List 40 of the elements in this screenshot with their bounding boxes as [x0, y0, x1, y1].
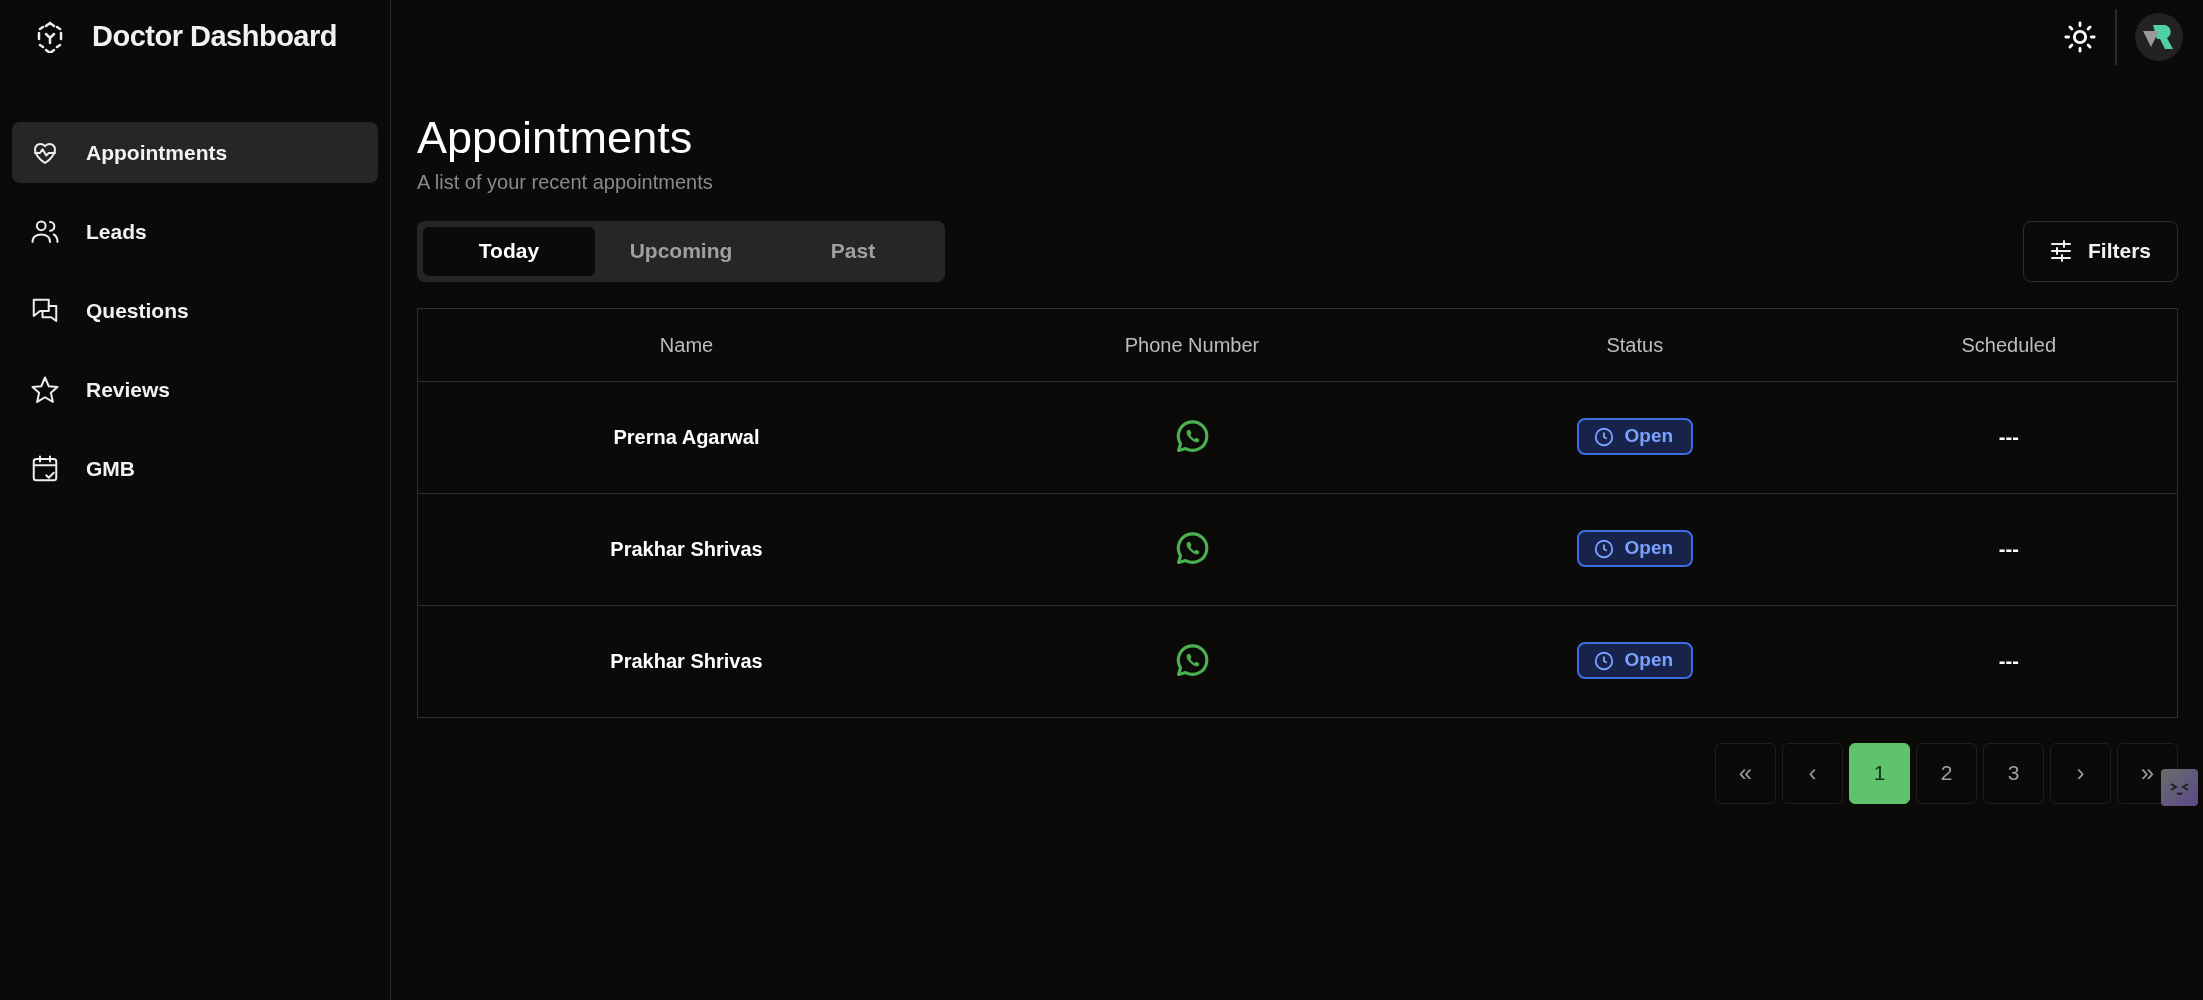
filters-button[interactable]: Filters	[2022, 220, 2178, 282]
page-button[interactable]: 1	[1849, 742, 1910, 804]
tab[interactable]: Today	[423, 226, 595, 276]
table-cell: Prakhar Shrivas	[417, 493, 955, 605]
clock-icon	[1592, 425, 1615, 448]
page-button[interactable]: 2	[1916, 742, 1977, 804]
face-widget-toast[interactable]	[2161, 768, 2198, 806]
sun-icon[interactable]	[2063, 19, 2097, 54]
star-icon	[30, 374, 60, 405]
tab[interactable]: Upcoming	[595, 226, 767, 276]
sidebar-item[interactable]: Reviews	[12, 359, 378, 420]
calendar-check-icon	[30, 453, 60, 484]
table-cell: Prerna Agarwal	[417, 381, 955, 493]
table-cell: ---	[1840, 493, 2178, 605]
previous-page-button[interactable]: ‹	[1782, 742, 1843, 804]
status-badge: Open	[1576, 530, 1694, 567]
sidebar-item[interactable]: Leads	[12, 201, 378, 262]
column-header: Scheduled	[1840, 308, 2178, 381]
page-title: Appointments	[417, 113, 694, 163]
column-header: Name	[417, 308, 955, 381]
status-badge: Open	[1576, 418, 1694, 455]
table-cell: Prakhar Shrivas	[417, 605, 955, 717]
first-page-button[interactable]: «	[1715, 742, 1776, 804]
page-subtitle: A list of your recent appointments	[417, 169, 714, 195]
column-header: Status	[1429, 308, 1841, 381]
page-button[interactable]: 3	[1983, 742, 2044, 804]
sidebar-item[interactable]: Questions	[12, 280, 378, 341]
avatar[interactable]	[2135, 12, 2183, 61]
sidebar-item[interactable]: Appointments	[12, 122, 378, 183]
status-badge: Open	[1576, 642, 1694, 679]
sidebar-item[interactable]: GMB	[12, 438, 378, 499]
tab[interactable]: Past	[767, 226, 939, 276]
column-header: Phone Number	[955, 308, 1429, 381]
clock-icon	[1592, 649, 1615, 672]
table-cell: ---	[1840, 605, 2178, 717]
clock-icon	[1592, 537, 1615, 560]
sliders-icon	[2049, 240, 2072, 262]
app-title: Doctor Dashboard	[92, 18, 337, 54]
next-page-button[interactable]: ›	[2050, 742, 2111, 804]
table-cell: ---	[1840, 381, 2178, 493]
